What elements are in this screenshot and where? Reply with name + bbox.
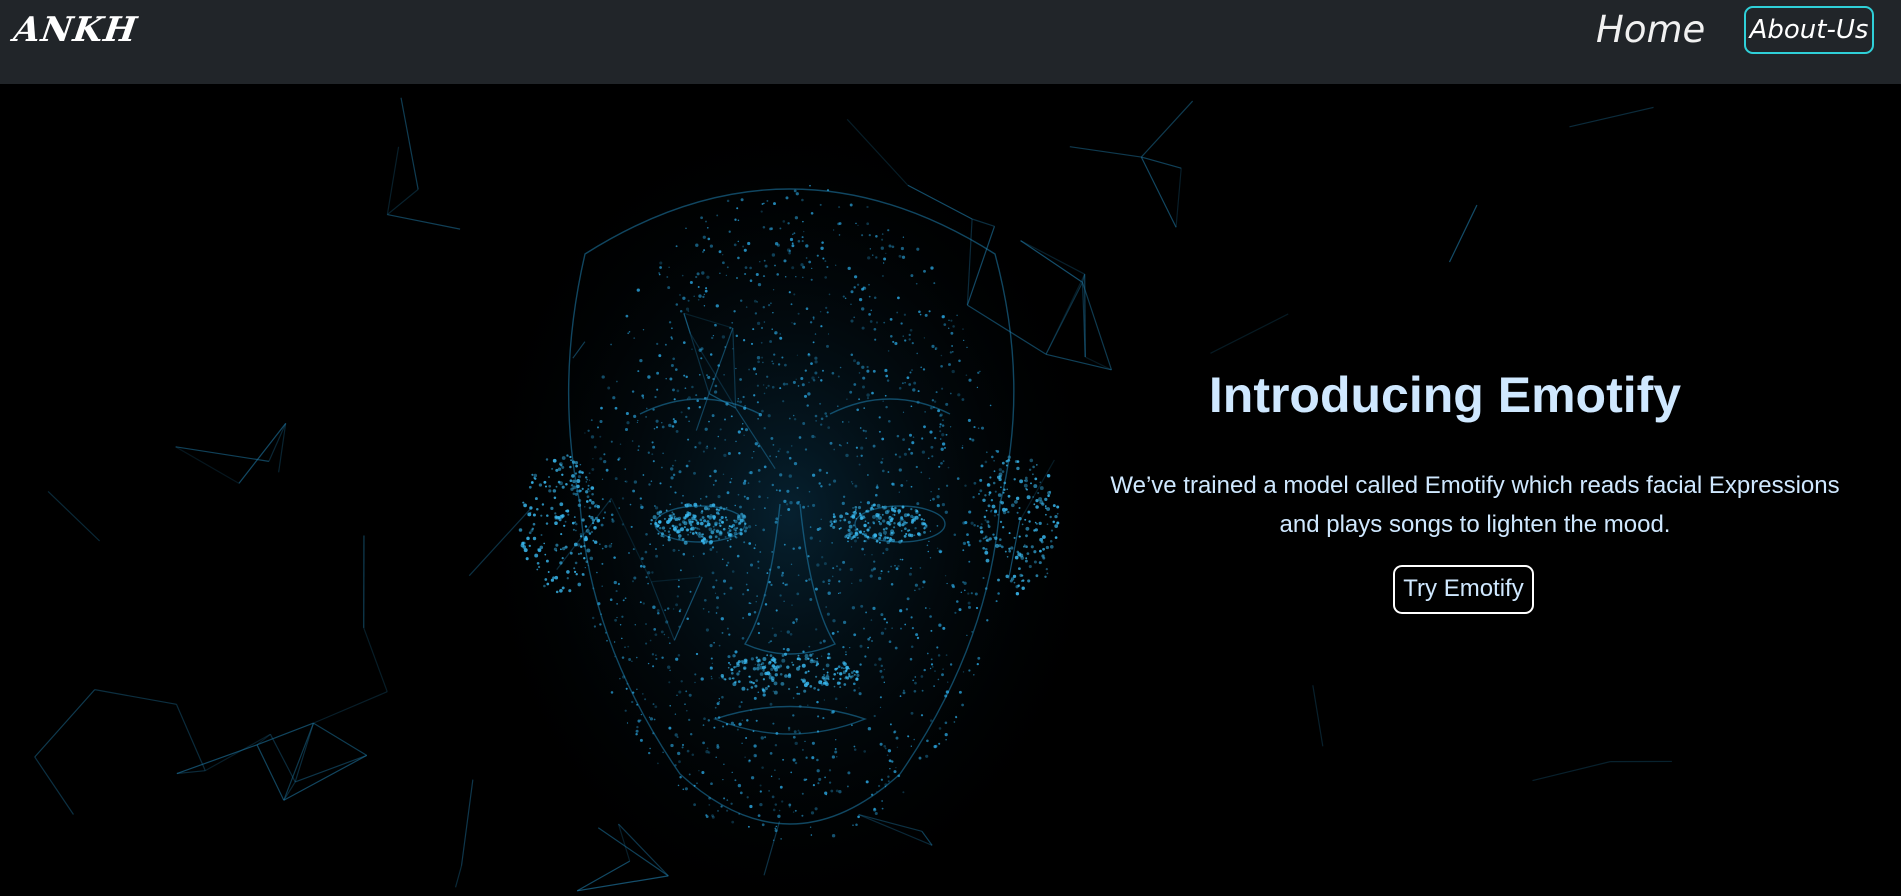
navbar: ANKH Home About-Us bbox=[0, 0, 1901, 84]
hero-description: We’ve trained a model called Emotify whi… bbox=[1110, 472, 1840, 538]
nav-home-link[interactable]: Home bbox=[1596, 8, 1705, 51]
hero-title: Introducing Emotify bbox=[1208, 367, 1682, 423]
nav-about-us-button[interactable]: About-Us bbox=[1744, 6, 1874, 54]
hero-section: Introducing Emotify We’ve trained a mode… bbox=[0, 84, 1901, 896]
try-emotify-button[interactable]: Try Emotify bbox=[1393, 565, 1534, 614]
brand-logo[interactable]: ANKH bbox=[11, 10, 140, 50]
